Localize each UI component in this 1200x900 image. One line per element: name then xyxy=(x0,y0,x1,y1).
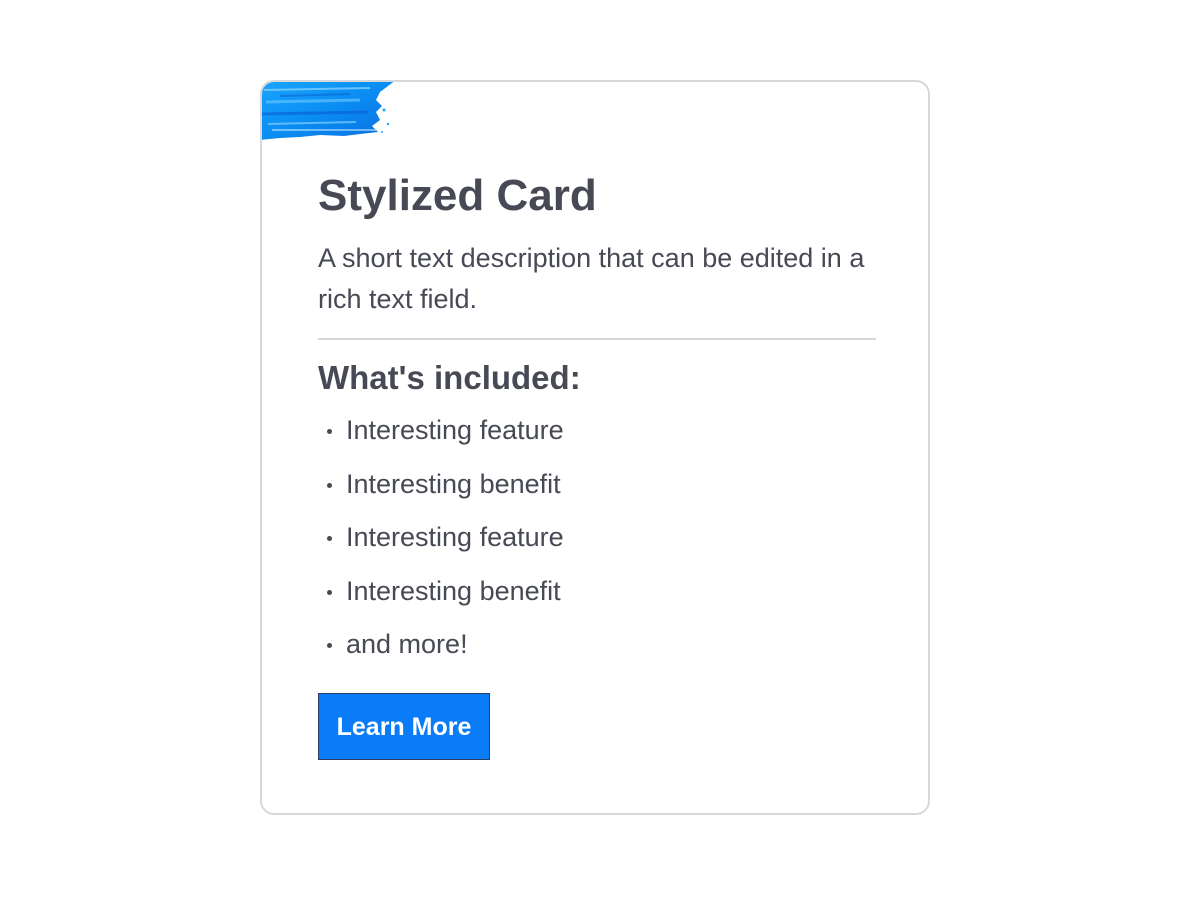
bullet-point-icon xyxy=(327,429,332,434)
bullet-point-icon xyxy=(327,536,332,541)
list-item: Interesting benefit xyxy=(318,468,876,500)
feature-list: Interesting feature Interesting benefit … xyxy=(318,414,876,660)
list-item: and more! xyxy=(318,628,876,660)
included-heading: What's included: xyxy=(318,359,581,396)
paint-brush-stroke-icon xyxy=(262,82,394,140)
card-description: A short text description that can be edi… xyxy=(318,243,865,314)
card-title: Stylized Card xyxy=(318,171,597,220)
stylized-card: Stylized Card A short text description t… xyxy=(260,80,930,815)
list-item: Interesting benefit xyxy=(318,575,876,607)
list-item-text: Interesting benefit xyxy=(346,468,561,499)
list-item: Interesting feature xyxy=(318,521,876,553)
bullet-point-icon xyxy=(327,589,332,595)
card-content: Stylized Card A short text description t… xyxy=(318,170,876,682)
list-item-text: Interesting feature xyxy=(346,522,564,552)
list-item: Interesting feature xyxy=(318,414,876,446)
divider xyxy=(318,338,876,340)
learn-more-button[interactable]: Learn More xyxy=(318,693,490,760)
bullet-point-icon xyxy=(327,643,332,648)
list-item-text: and more! xyxy=(346,629,468,659)
list-item-text: Interesting feature xyxy=(346,415,564,445)
bullet-point-icon xyxy=(327,482,332,488)
list-item-text: Interesting benefit xyxy=(346,575,561,606)
